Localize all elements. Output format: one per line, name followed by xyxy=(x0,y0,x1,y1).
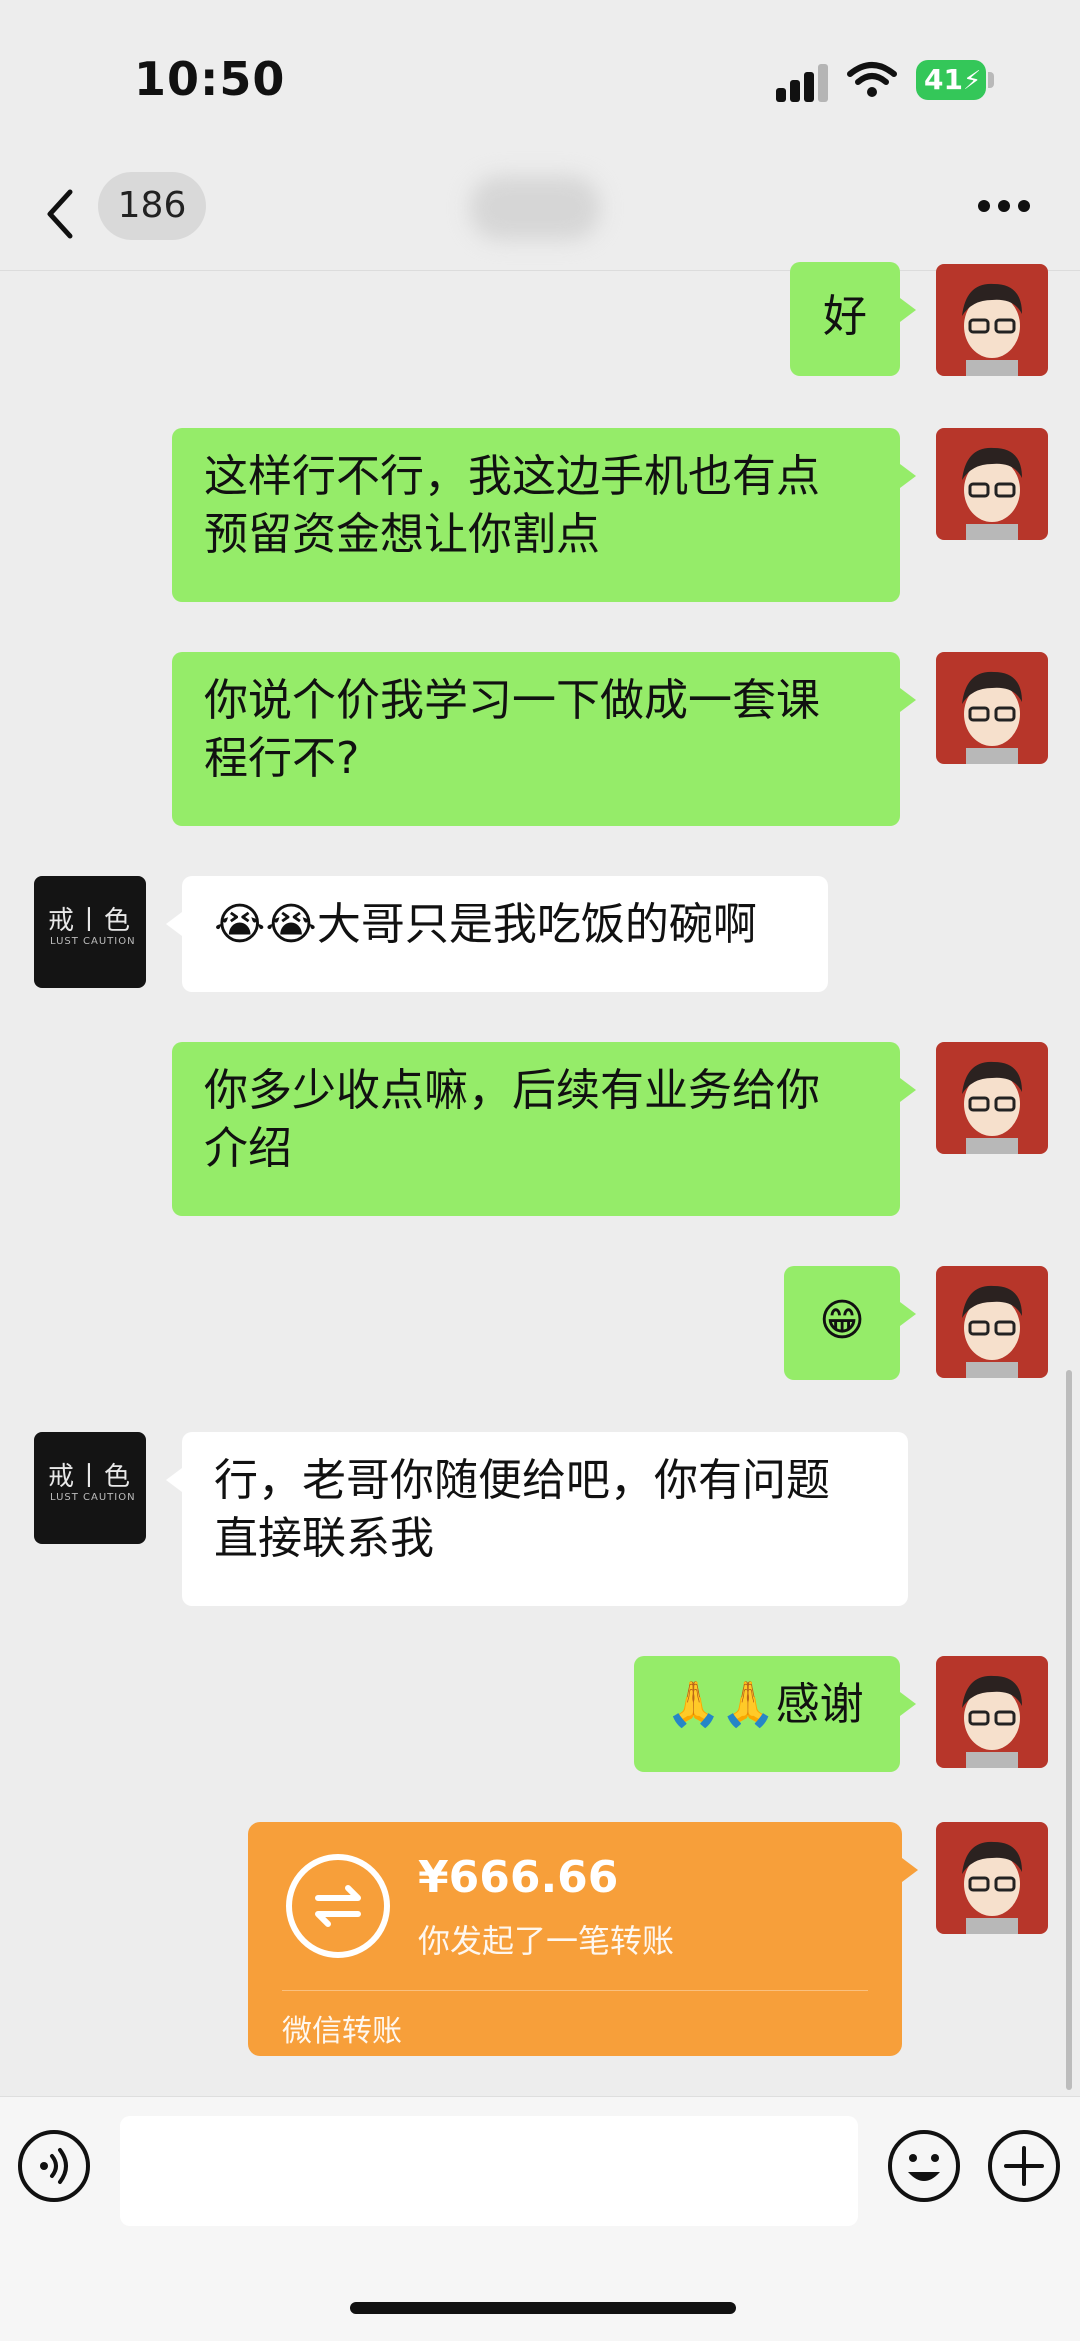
transfer-arrows-icon xyxy=(286,1854,390,1958)
my-avatar[interactable] xyxy=(936,652,1048,764)
transfer-amount: ¥666.66 xyxy=(418,1852,619,1903)
message-bubble-incoming[interactable]: 行，老哥你随便给吧，你有问题 直接联系我 xyxy=(166,1432,908,1606)
wifi-icon xyxy=(847,62,897,97)
avatar-subtitle: LUST CAUTION xyxy=(50,936,136,947)
message-line: 你多少收点嘛，后续有业务给你 xyxy=(204,1065,820,1116)
cartoon-avatar-icon xyxy=(962,283,1022,376)
cartoon-avatar-icon xyxy=(962,1285,1022,1378)
grinning-emoji-icon: 😁 xyxy=(819,1295,865,1346)
voice-icon xyxy=(40,2148,68,2184)
battery-indicator: 41⚡ xyxy=(916,60,986,100)
cartoon-avatar-icon xyxy=(962,1841,1022,1934)
voice-input-button[interactable] xyxy=(18,2130,90,2202)
transfer-label: 微信转账 xyxy=(282,2014,402,2049)
unread-count-badge[interactable]: 186 xyxy=(98,172,206,240)
my-avatar[interactable] xyxy=(936,264,1048,376)
avatar-subtitle: LUST CAUTION xyxy=(50,1492,136,1503)
message-line: 你说个价我学习一下做成一套课 xyxy=(204,675,820,726)
avatar-title: 戒丨色 xyxy=(48,1462,133,1492)
transfer-note: 你发起了一笔转账 xyxy=(418,1922,675,1960)
avatar-title: 戒丨色 xyxy=(48,906,133,936)
contact-avatar[interactable]: 戒丨色 LUST CAUTION xyxy=(34,1432,146,1544)
message-line: 预留资金想让你割点 xyxy=(204,509,600,560)
more-options-icon[interactable] xyxy=(978,200,1032,214)
message-bubble-outgoing[interactable]: 这样行不行，我这边手机也有点 预留资金想让你割点 xyxy=(172,428,916,602)
cartoon-avatar-icon xyxy=(962,447,1022,540)
add-attachment-icon[interactable] xyxy=(986,2128,1062,2204)
battery-level: 41 xyxy=(924,63,963,96)
message-line: 直接联系我 xyxy=(214,1513,434,1564)
cartoon-avatar-icon xyxy=(962,671,1022,764)
home-indicator[interactable] xyxy=(350,2302,736,2314)
message-line: 程行不? xyxy=(204,733,360,784)
message-line: 介绍 xyxy=(204,1123,292,1174)
praying-hands-emoji-icon: 🙏🙏 xyxy=(666,1679,776,1730)
message-bubble-outgoing[interactable]: 好 xyxy=(790,262,916,376)
status-time: 10:50 xyxy=(134,52,286,106)
message-input[interactable] xyxy=(120,2116,858,2226)
divider xyxy=(282,1990,868,1991)
my-avatar[interactable] xyxy=(936,1822,1048,1934)
battery-cap xyxy=(988,72,994,88)
message-text: 好 xyxy=(823,291,867,342)
contact-name-blurred xyxy=(470,176,600,240)
my-avatar[interactable] xyxy=(936,1266,1048,1378)
my-avatar[interactable] xyxy=(936,428,1048,540)
message-line: 行，老哥你随便给吧，你有问题 xyxy=(214,1455,830,1506)
back-arrow-icon[interactable] xyxy=(40,184,80,244)
emoji-picker-icon[interactable] xyxy=(886,2128,962,2204)
message-bubble-incoming[interactable]: 😭😭大哥只是我吃饭的碗啊 xyxy=(166,876,828,992)
message-text: 感谢 xyxy=(775,1679,864,1730)
crying-emoji-icon: 😭😭 xyxy=(214,899,317,950)
contact-avatar[interactable]: 戒丨色 LUST CAUTION xyxy=(34,876,146,988)
my-avatar[interactable] xyxy=(936,1656,1048,1768)
cellular-signal-icon xyxy=(776,62,836,102)
message-bubble-outgoing[interactable]: 🙏🙏感谢 xyxy=(634,1656,916,1772)
message-bubble-outgoing[interactable]: 你说个价我学习一下做成一套课 程行不? xyxy=(172,652,916,826)
my-avatar[interactable] xyxy=(936,1042,1048,1154)
status-bar: 10:50 41⚡ xyxy=(0,0,1080,160)
cartoon-avatar-icon xyxy=(962,1061,1022,1154)
message-bubble-outgoing[interactable]: 你多少收点嘛，后续有业务给你 介绍 xyxy=(172,1042,916,1216)
cartoon-avatar-icon xyxy=(962,1675,1022,1768)
message-line: 这样行不行，我这边手机也有点 xyxy=(204,451,820,502)
transfer-card[interactable]: ¥666.66 你发起了一笔转账 微信转账 xyxy=(248,1822,918,2056)
message-bubble-outgoing[interactable]: 😁 xyxy=(784,1266,916,1380)
scrollbar[interactable] xyxy=(1066,1370,1072,2090)
message-text: 大哥只是我吃饭的碗啊 xyxy=(316,899,757,950)
charging-icon: ⚡ xyxy=(962,66,982,96)
